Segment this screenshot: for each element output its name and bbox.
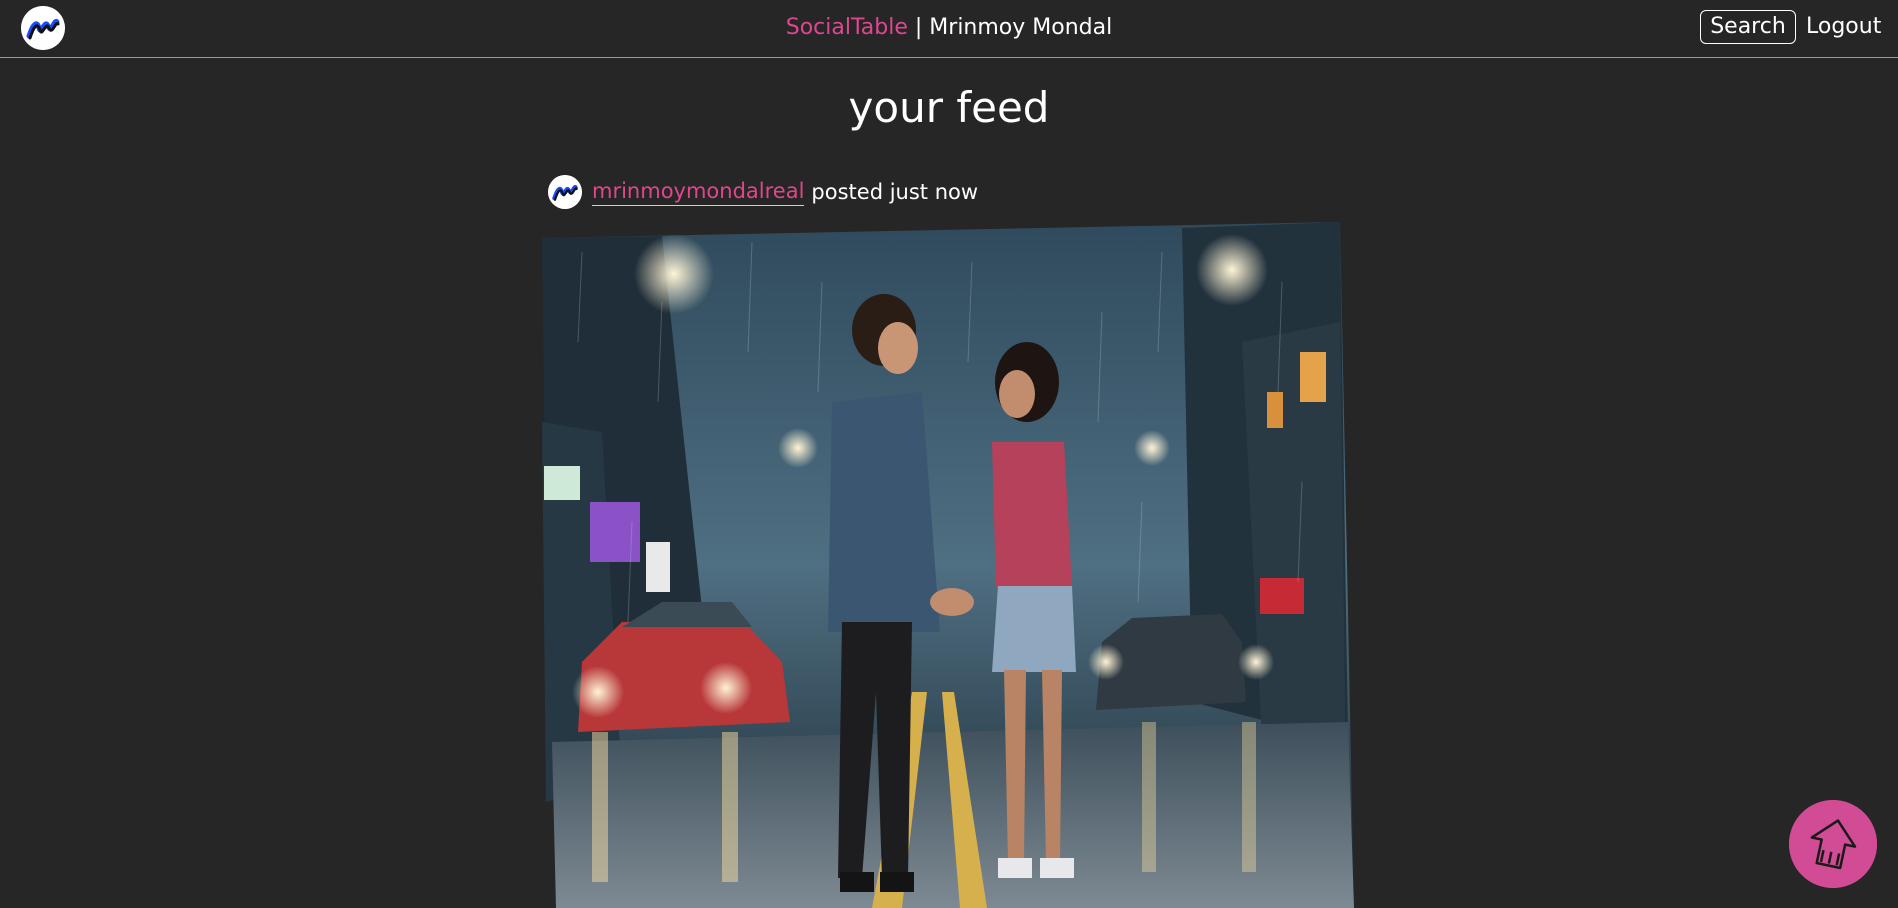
post-image[interactable] bbox=[542, 222, 1354, 908]
post-header: mrinmoymondalreal posted just now bbox=[548, 174, 978, 210]
post-username-link[interactable]: mrinmoymondalreal bbox=[592, 179, 805, 206]
arrow-up-icon bbox=[1789, 800, 1877, 888]
title-separator: | bbox=[914, 15, 923, 40]
logout-button[interactable]: Logout bbox=[1806, 10, 1881, 44]
current-user-name: Mrinmoy Mondal bbox=[929, 15, 1113, 40]
brand-title: SocialTable | Mrinmoy Mondal bbox=[0, 14, 1898, 42]
search-button[interactable]: Search bbox=[1700, 10, 1796, 44]
avatar[interactable] bbox=[548, 175, 582, 209]
top-nav-bar: SocialTable | Mrinmoy Mondal Search Logo… bbox=[0, 0, 1898, 58]
app-name[interactable]: SocialTable bbox=[786, 15, 908, 40]
scroll-to-top-button[interactable] bbox=[1789, 800, 1877, 888]
post-timestamp: posted just now bbox=[811, 180, 979, 204]
page-title: your feed bbox=[848, 83, 1050, 132]
